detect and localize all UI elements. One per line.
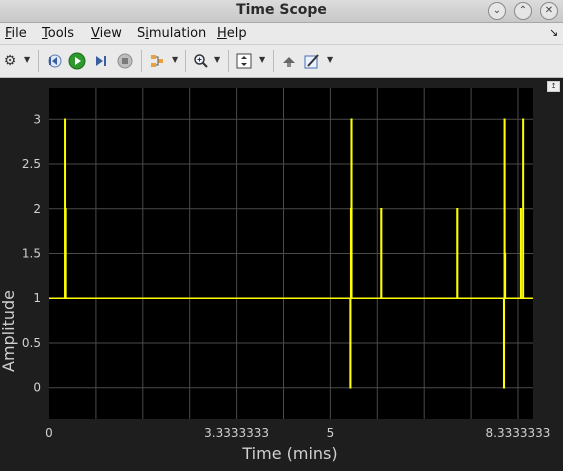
- x-tick-label: 0: [45, 426, 53, 440]
- y-tick-label: 0.5: [22, 336, 41, 350]
- y-tick-label: 1: [33, 291, 41, 305]
- minimize-icon[interactable]: ⌄: [488, 2, 506, 20]
- toolbar-separator: [228, 50, 229, 72]
- scope-display: 0 0.5 1 1.5 2 2.5 3 0 3.3333333 5 8.3333333 Time (…: [0, 78, 563, 467]
- menu-help-accel: H: [217, 26, 227, 41]
- dock-arrow-icon[interactable]: ↘: [549, 26, 558, 39]
- y-tick-label: 3: [33, 112, 41, 126]
- cursor-measure-icon[interactable]: [279, 51, 299, 71]
- step-back-icon[interactable]: [44, 51, 64, 71]
- toolbar-separator: [273, 50, 274, 72]
- close-icon[interactable]: ✕: [540, 2, 558, 20]
- y-axis-label: Amplitude: [0, 290, 18, 372]
- stop-icon[interactable]: [115, 51, 135, 71]
- step-forward-icon[interactable]: [91, 51, 111, 71]
- x-tick-label: 8.3333333: [486, 426, 551, 440]
- zoom-dropdown-icon[interactable]: ▼: [214, 55, 220, 64]
- maximize-icon[interactable]: ⌃: [514, 2, 532, 20]
- menu-view-accel: V: [91, 26, 100, 41]
- menu-view[interactable]: View: [91, 26, 122, 41]
- signal-select-icon[interactable]: [147, 51, 167, 71]
- menu-simulation-rest: mulation: [148, 26, 207, 41]
- autoscale-icon[interactable]: [234, 51, 254, 71]
- run-icon[interactable]: [67, 51, 87, 71]
- menu-tools-rest: ools: [47, 26, 75, 41]
- signal-select-dropdown-icon[interactable]: ▼: [172, 55, 178, 64]
- toolbar: ⚙ ▼ ▼ ▼ ▼ ▼: [0, 45, 563, 78]
- menu-file[interactable]: File: [5, 26, 27, 41]
- menu-file-rest: ile: [11, 26, 27, 41]
- menu-bar: File Tools View Simulation Help ↘: [0, 23, 563, 45]
- menu-simulation[interactable]: Simulation: [137, 26, 206, 41]
- window-title: Time Scope: [236, 2, 327, 18]
- x-tick-label: 5: [327, 426, 335, 440]
- settings-icon[interactable]: ⚙: [0, 51, 20, 71]
- toolbar-separator: [38, 50, 39, 72]
- y-tick-label: 2.5: [22, 157, 41, 171]
- y-tick-label: 2: [33, 202, 41, 216]
- style-dropdown-icon[interactable]: ▼: [327, 55, 333, 64]
- zoom-icon[interactable]: [191, 51, 211, 71]
- undock-icon[interactable]: ↥: [547, 81, 560, 92]
- style-icon[interactable]: [302, 51, 322, 71]
- title-bar: Time Scope ⌄ ⌃ ✕: [0, 0, 563, 23]
- toolbar-separator: [141, 50, 142, 72]
- autoscale-dropdown-icon[interactable]: ▼: [259, 55, 265, 64]
- y-tick-label: 1.5: [22, 247, 41, 261]
- menu-help-rest: elp: [226, 26, 247, 41]
- menu-view-rest: iew: [99, 26, 122, 41]
- y-tick-label: 0: [33, 381, 41, 395]
- toolbar-separator: [185, 50, 186, 72]
- menu-tools[interactable]: Tools: [42, 26, 74, 41]
- time-scope-chart[interactable]: 0 0.5 1 1.5 2 2.5 3 0 3.3333333 5 8.3333333 Time (…: [0, 78, 563, 467]
- x-axis-label: Time (mins): [241, 444, 337, 463]
- settings-dropdown-icon[interactable]: ▼: [24, 55, 30, 64]
- menu-help[interactable]: Help: [217, 26, 247, 41]
- x-tick-label: 3.3333333: [204, 426, 269, 440]
